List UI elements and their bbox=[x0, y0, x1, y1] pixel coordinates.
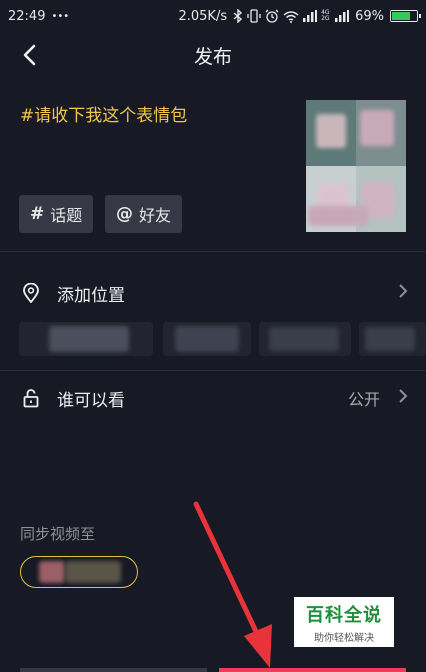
mention-friend-button[interactable]: @ 好友 bbox=[105, 195, 183, 233]
publish-button[interactable] bbox=[219, 668, 406, 672]
location-suggestion-chip[interactable] bbox=[163, 322, 251, 356]
network-type: 4G 2G bbox=[321, 9, 330, 22]
visibility-value: 公开 bbox=[347, 390, 380, 409]
visibility-row[interactable]: 谁可以看 公开 bbox=[0, 376, 426, 420]
page-title: 发布 bbox=[193, 46, 232, 68]
notification-dots: ••• bbox=[51, 10, 70, 22]
topic-label: 话题 bbox=[50, 206, 83, 225]
network-speed: 2.05K/s bbox=[178, 8, 228, 24]
hashtag-icon: # bbox=[30, 204, 45, 224]
divider-middle bbox=[0, 370, 426, 371]
location-suggestion-chip[interactable] bbox=[259, 322, 351, 356]
annotation-arrow bbox=[193, 501, 272, 668]
wifi-icon bbox=[283, 10, 299, 23]
bluetooth-icon bbox=[233, 9, 243, 23]
status-time: 22:49 bbox=[8, 8, 46, 24]
signal-icon bbox=[303, 10, 318, 22]
add-location-label: 添加位置 bbox=[57, 285, 125, 306]
header: 发布 bbox=[0, 32, 426, 78]
location-suggestion-chip[interactable] bbox=[359, 322, 426, 356]
sync-account-chip[interactable] bbox=[20, 556, 138, 588]
sync-label: 同步视频至 bbox=[20, 525, 96, 543]
alarm-icon bbox=[265, 9, 279, 23]
add-location-row[interactable]: 添加位置 bbox=[0, 271, 426, 315]
at-icon: @ bbox=[116, 204, 133, 224]
watermark-subtitle: 助你轻松解决 bbox=[314, 632, 374, 644]
caption-text[interactable]: #请收下我这个表情包 bbox=[20, 101, 187, 126]
vibrate-icon bbox=[247, 9, 261, 23]
video-thumbnail[interactable] bbox=[306, 100, 406, 232]
location-pin-icon bbox=[20, 282, 42, 304]
unlock-icon bbox=[20, 387, 42, 409]
signal-icon-2 bbox=[335, 10, 350, 22]
watermark-title: 百科全说 bbox=[306, 604, 382, 626]
draft-button[interactable] bbox=[20, 668, 207, 672]
visibility-label: 谁可以看 bbox=[57, 390, 125, 411]
watermark-logo: 百科全说 助你轻松解决 bbox=[294, 597, 394, 647]
divider-top bbox=[0, 251, 426, 252]
chevron-right-icon bbox=[398, 283, 408, 303]
battery-icon bbox=[390, 10, 421, 22]
friend-label: 好友 bbox=[139, 206, 172, 225]
battery-percent: 69% bbox=[355, 8, 384, 24]
chevron-right-icon bbox=[398, 388, 408, 408]
location-suggestion-chip[interactable] bbox=[19, 322, 153, 356]
topic-button[interactable]: # 话题 bbox=[19, 195, 94, 233]
status-bar: 22:49 ••• 2.05K/s 4G 2G 69% bbox=[0, 0, 426, 32]
